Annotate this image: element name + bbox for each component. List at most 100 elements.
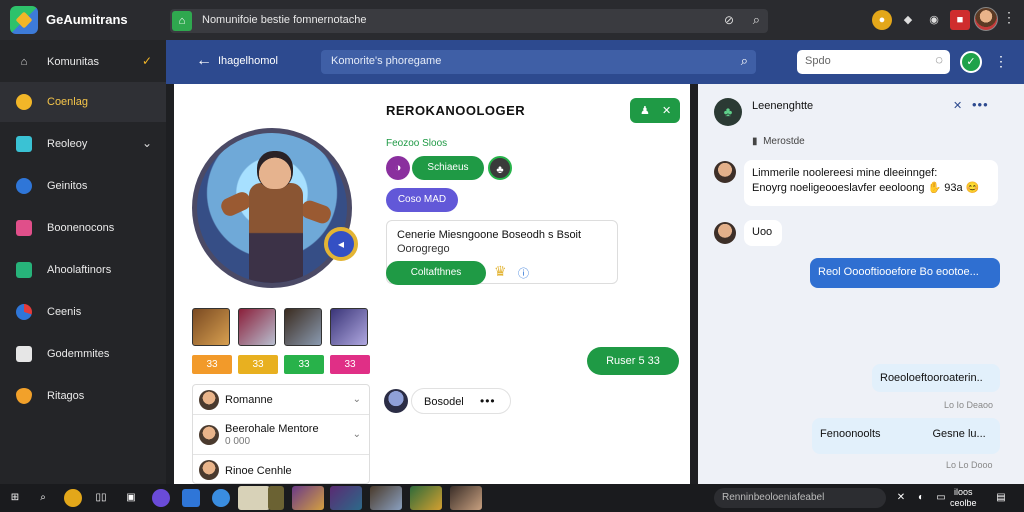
notification-icon[interactable]: ▤ bbox=[992, 489, 1010, 507]
friend-status: 0 000 bbox=[225, 436, 251, 447]
chat-search-input[interactable]: Spdo ◌ bbox=[797, 50, 950, 74]
taskbar-thumbnail[interactable] bbox=[450, 486, 482, 510]
status-button[interactable]: Coso MAD bbox=[386, 188, 458, 212]
taskbar-thumbnail[interactable] bbox=[330, 486, 362, 510]
taskbar-thumbnail[interactable] bbox=[410, 486, 442, 510]
search-input[interactable]: Komorite's phoregame ⌕ bbox=[321, 50, 756, 74]
chevron-down-icon[interactable]: ⌄ bbox=[353, 429, 361, 440]
crown-icon[interactable]: ♛ bbox=[494, 263, 507, 280]
pin-icon[interactable]: ✕ bbox=[953, 99, 962, 112]
back-arrow-icon[interactable]: ← bbox=[196, 52, 212, 70]
sidebar-item-coenlag[interactable]: Coenlag bbox=[0, 82, 166, 122]
inventory-counts: 33 33 33 33 bbox=[192, 355, 372, 375]
chevron-down-icon[interactable]: ⌄ bbox=[142, 136, 152, 150]
avatar bbox=[384, 389, 408, 413]
app-logo-icon[interactable] bbox=[10, 6, 38, 34]
battery-icon[interactable]: ▭ bbox=[932, 489, 950, 507]
game-icon[interactable]: ◑ bbox=[386, 156, 410, 180]
sidebar-item-boonenocons[interactable]: Boonenocons bbox=[0, 208, 166, 248]
search-icon[interactable]: ⌕ bbox=[741, 53, 748, 69]
app-icon[interactable] bbox=[182, 489, 200, 507]
item-count-badge: 33 bbox=[284, 355, 324, 374]
sidebar-item-reoleoy[interactable]: Reoleoy ⌄ bbox=[0, 124, 166, 164]
trophy-icon[interactable]: ♣ bbox=[488, 156, 512, 180]
profile-panel: ◂ 33 33 33 33 Romanne ⌄ Beerohale Mentor… bbox=[174, 84, 690, 484]
comment-text: Bosodel bbox=[424, 396, 464, 408]
close-button[interactable]: ♟ ✕ bbox=[630, 98, 680, 123]
home-icon[interactable]: ⌂ bbox=[172, 11, 192, 31]
message-timestamp: Lo Lo Dooo bbox=[946, 460, 993, 470]
sidebar-item-godemmites[interactable]: Godemmites bbox=[0, 334, 166, 374]
settings-icon[interactable]: ◉ bbox=[924, 10, 944, 30]
browser-icon[interactable] bbox=[212, 489, 230, 507]
clock-time: iloos bbox=[954, 487, 973, 497]
document-icon bbox=[16, 346, 32, 362]
chat-search-placeholder[interactable]: Spdo bbox=[805, 55, 831, 67]
app-icon[interactable] bbox=[152, 489, 170, 507]
info-icon[interactable]: ⓘ bbox=[518, 265, 529, 281]
sidebar-item-label: Komunitas bbox=[47, 56, 99, 68]
item-count-badge: 33 bbox=[238, 355, 278, 374]
message-bubble[interactable]: Roeoloeftooroaterin.. bbox=[872, 364, 1000, 392]
volume-icon[interactable]: ◐ bbox=[912, 489, 930, 507]
task-view-icon[interactable]: ▯▯ bbox=[92, 489, 110, 507]
profile-portrait bbox=[192, 128, 352, 288]
gift-icon[interactable]: ■ bbox=[950, 10, 970, 30]
sidebar-item-geinitos[interactable]: Geinitos bbox=[0, 166, 166, 206]
network-icon[interactable]: ✕ bbox=[892, 489, 910, 507]
sidebar-item-ritagos[interactable]: Ritagos bbox=[0, 376, 166, 416]
message-bubble[interactable]: Uoo bbox=[744, 220, 782, 246]
follow-button[interactable]: Schiaeus bbox=[412, 156, 484, 180]
inventory-item[interactable] bbox=[238, 308, 276, 346]
more-icon[interactable]: ••• bbox=[972, 97, 989, 112]
message-bubble[interactable]: Reol Ooooftiooefore Bo eootoe... bbox=[810, 258, 1000, 288]
list-item[interactable]: Romanne ⌄ bbox=[193, 385, 369, 415]
window-icon[interactable]: ▣ bbox=[122, 489, 140, 507]
address-text[interactable]: Nomunifoie bestie fomnernotache bbox=[202, 14, 366, 26]
more-icon[interactable]: ⋮ bbox=[994, 53, 1008, 70]
message-bubble[interactable]: Fenoonoolts Gesne lu... bbox=[812, 418, 1000, 454]
inventory-items bbox=[192, 308, 372, 348]
item-count-badge: 33 bbox=[192, 355, 232, 374]
send-button[interactable]: Ruser 5 33 bbox=[587, 347, 679, 375]
coins-icon[interactable]: ● bbox=[872, 10, 892, 30]
taskbar-search-text[interactable]: Renninbeoloeniafeabel bbox=[722, 492, 824, 503]
bell-icon[interactable]: ◆ bbox=[898, 10, 918, 30]
taskbar-search-input[interactable]: Renninbeoloeniafeabel bbox=[714, 488, 886, 508]
clock[interactable]: iloos ceolbe bbox=[950, 487, 977, 509]
inventory-item[interactable] bbox=[284, 308, 322, 346]
address-bar[interactable]: ⌂ Nomunifoie bestie fomnernotache ⊘ ⌕ bbox=[170, 9, 768, 33]
refresh-icon[interactable]: ◌ bbox=[935, 52, 943, 67]
sidebar-item-label: Ceenis bbox=[47, 306, 82, 318]
message-bubble[interactable]: Limmerile noolereesi mine dleeinngef: En… bbox=[744, 160, 998, 206]
friend-name: Beerohale Mentore bbox=[225, 423, 319, 435]
sidebar-item-label: Geinitos bbox=[47, 180, 88, 192]
windows-start-icon[interactable]: ⊞ bbox=[6, 489, 24, 507]
avatar[interactable] bbox=[974, 7, 998, 31]
comment-bubble[interactable]: Bosodel ••• bbox=[411, 388, 511, 414]
sidebar-item-ceenis[interactable]: Ceenis bbox=[0, 292, 166, 332]
more-icon[interactable]: ••• bbox=[480, 394, 496, 408]
inventory-item[interactable] bbox=[192, 308, 230, 346]
inventory-item[interactable] bbox=[330, 308, 368, 346]
online-status-button[interactable]: ✓ bbox=[960, 51, 982, 73]
search-icon[interactable]: ⌕ bbox=[34, 489, 52, 507]
action-button[interactable]: Coltafthnes bbox=[386, 261, 486, 285]
list-item[interactable]: Rinoe Cenhle bbox=[193, 455, 369, 483]
app-name: GeAumitrans bbox=[46, 12, 128, 27]
search-input-text[interactable]: Komorite's phoregame bbox=[331, 55, 441, 67]
clear-icon[interactable]: ⊘ bbox=[724, 13, 734, 27]
sidebar-item-ahoolaftinors[interactable]: Ahoolaftinors bbox=[0, 250, 166, 290]
list-item[interactable]: Beerohale Mentore 0 000 ⌄ bbox=[193, 415, 369, 455]
app-icon[interactable] bbox=[64, 489, 82, 507]
sidebar-item-komunitas[interactable]: ⌂ Komunitas ✓ bbox=[0, 42, 166, 82]
taskbar-thumbnail[interactable] bbox=[292, 486, 324, 510]
taskbar-thumbnail[interactable] bbox=[238, 486, 270, 510]
hero-body bbox=[249, 183, 303, 283]
chevron-down-icon[interactable]: ⌄ bbox=[353, 394, 361, 405]
more-icon[interactable]: ⋮ bbox=[1002, 9, 1016, 26]
taskbar-thumbnail[interactable] bbox=[370, 486, 402, 510]
search-icon[interactable]: ⌕ bbox=[753, 12, 760, 28]
chat-panel: ♣ Leenenghtte ✕ ••• ▮ Merostde Limmerile… bbox=[698, 84, 1024, 484]
taskbar-thumbnail[interactable] bbox=[268, 486, 284, 510]
